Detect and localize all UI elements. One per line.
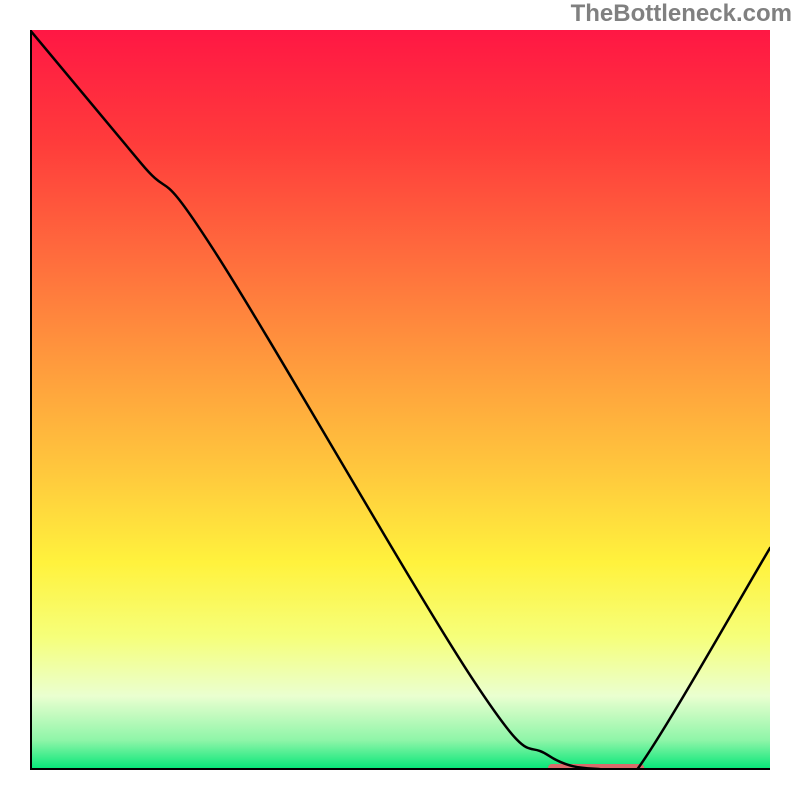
- chart-svg: [30, 30, 770, 770]
- chart-container: TheBottleneck.com: [0, 0, 800, 800]
- gradient-background: [30, 30, 770, 770]
- watermark-text: TheBottleneck.com: [571, 0, 792, 28]
- plot-area: [30, 30, 770, 770]
